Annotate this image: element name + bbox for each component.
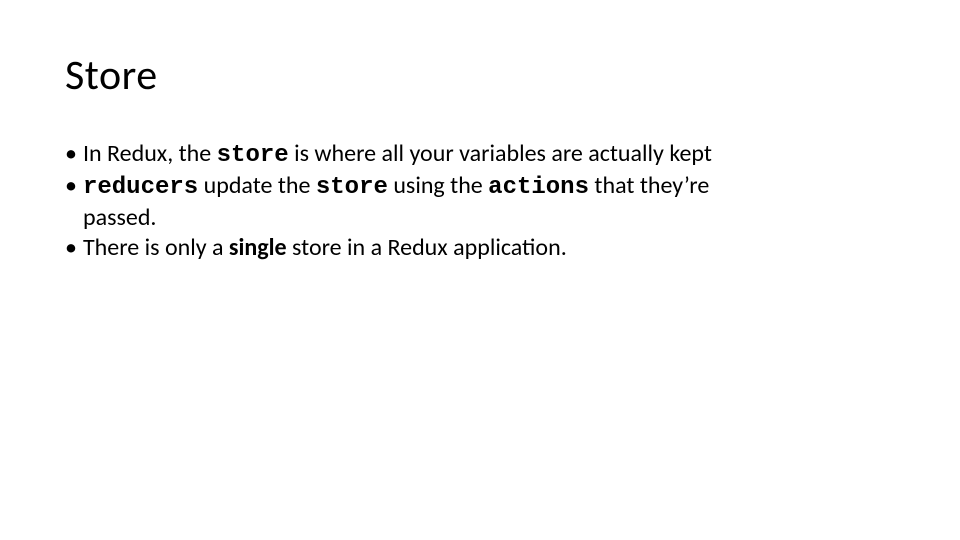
bullet-marker: •	[65, 233, 77, 263]
bold-single: single	[229, 233, 287, 262]
bullet-3: • There is only a single store in a Redu…	[65, 233, 895, 263]
bullet-marker: •	[65, 171, 77, 201]
bullet-3-text: There is only a single store in a Redux …	[83, 233, 895, 263]
text: using the	[388, 171, 488, 200]
code-store: store	[316, 174, 388, 201]
text: that they’re	[589, 171, 709, 200]
bullet-2: • reducers update the store using the ac…	[65, 171, 895, 203]
text: update the	[198, 171, 316, 200]
text: is where all your variables are actually…	[289, 139, 712, 168]
code-reducers: reducers	[83, 174, 198, 201]
bullet-1-text: In Redux, the store is where all your va…	[83, 139, 895, 171]
bullet-marker: •	[65, 139, 77, 169]
slide-title: Store	[65, 50, 895, 101]
bullet-2-text: reducers update the store using the acti…	[83, 171, 895, 203]
slide: Store • In Redux, the store is where all…	[0, 0, 960, 540]
code-store: store	[217, 142, 289, 169]
text: There is only a	[83, 233, 229, 262]
code-actions: actions	[488, 174, 589, 201]
text: store in a Redux application.	[287, 233, 567, 262]
bullet-2-continuation: passed.	[83, 203, 895, 233]
text: In Redux, the	[83, 139, 217, 168]
bullet-1: • In Redux, the store is where all your …	[65, 139, 895, 171]
slide-body: • In Redux, the store is where all your …	[65, 139, 895, 263]
